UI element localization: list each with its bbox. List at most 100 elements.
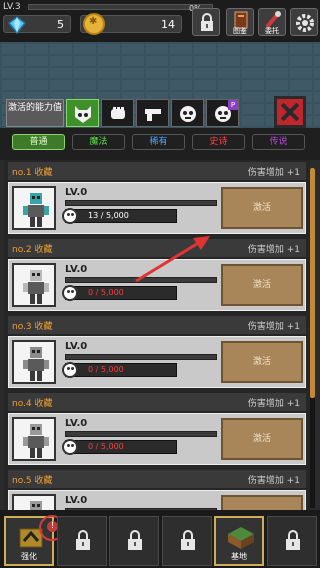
tab-rare[interactable]: 稀有 — [132, 134, 185, 150]
ability-label: 激活的能力值 — [6, 99, 64, 127]
card-header: no.5 收藏 伤害增加 +1 — [8, 470, 306, 488]
card-level: LV.0 — [65, 495, 88, 506]
codex-button[interactable]: 图鉴 — [226, 8, 254, 36]
nav-slot-6[interactable] — [266, 516, 317, 566]
zombie-portrait-icon — [23, 193, 49, 227]
nav-slot-2[interactable] — [56, 516, 107, 566]
nav-slot-3[interactable] — [109, 516, 159, 566]
scroll-thumb[interactable] — [310, 168, 315, 398]
soul-progress-bar: 0 / 5,000 — [62, 362, 177, 378]
monster-portrait — [12, 340, 56, 384]
card-level: LV.0 — [65, 187, 88, 198]
collection-card: no.5 收藏 伤害增加 +1 LV.0 — [8, 470, 306, 510]
nav-base[interactable]: 基地 — [214, 516, 264, 566]
monster-portrait — [12, 417, 56, 461]
soul-progress-bar: 0 / 5,000 — [62, 439, 177, 455]
skull-cat-icon — [75, 106, 91, 123]
settings-button[interactable] — [290, 8, 318, 36]
collection-header: 激活的能力值 P — [0, 42, 320, 128]
lock-icon — [285, 530, 300, 550]
level-progress-bar — [65, 277, 217, 283]
gear-icon — [296, 14, 314, 32]
ability-tab-3[interactable] — [136, 99, 169, 127]
commission-button[interactable]: 委托 — [258, 8, 286, 36]
collection-card: no.2 收藏 伤害增加 +1 LV.0 0 / 5,000 激活 — [8, 239, 306, 314]
codex-label: 图鉴 — [233, 27, 247, 35]
monster-portrait — [12, 494, 56, 510]
card-number: no.3 收藏 — [12, 322, 53, 332]
coin-count: 14 — [161, 18, 175, 31]
level-progress-bar — [65, 354, 217, 360]
tab-epic[interactable]: 史诗 — [192, 134, 245, 150]
card-number: no.1 收藏 — [12, 168, 53, 178]
card-level: LV.0 — [65, 341, 88, 352]
zombie-portrait-icon — [30, 501, 42, 510]
player-level: LV.3 — [3, 2, 21, 12]
commission-label: 委托 — [265, 27, 279, 35]
card-bonus: 伤害增加 +1 — [247, 168, 300, 178]
tab-magic[interactable]: 魔法 — [72, 134, 125, 150]
activate-button[interactable]: 激活 — [221, 341, 303, 383]
card-number: no.4 收藏 — [12, 399, 53, 409]
nav-label: 基地 — [231, 552, 247, 561]
soul-icon — [62, 439, 78, 455]
card-header: no.3 收藏 伤害增加 +1 — [8, 316, 306, 334]
activate-button[interactable]: 激活 — [221, 264, 303, 306]
level-progress-bar — [65, 200, 217, 206]
collection-card: no.1 收藏 伤害增加 +1 LV.0 13 / 5,000 激活 — [8, 162, 306, 237]
ability-tab-2[interactable] — [101, 99, 134, 127]
card-bonus: 伤害增加 +1 — [247, 399, 300, 409]
base-icon — [228, 527, 254, 549]
card-body: LV.0 — [8, 490, 306, 510]
ability-tab-5[interactable]: P — [206, 99, 239, 127]
top-bar: LV.3 0% 5 14 图鉴 委托 — [0, 0, 320, 42]
card-number: no.5 收藏 — [12, 476, 53, 486]
gun-icon — [145, 109, 161, 121]
gem-icon — [7, 16, 27, 35]
card-number: no.2 收藏 — [12, 245, 53, 255]
soul-progress-bar: 13 / 5,000 — [62, 208, 177, 224]
zombie-portrait-icon — [23, 424, 49, 458]
tab-common[interactable]: 普通 — [12, 134, 65, 150]
soul-icon — [62, 362, 78, 378]
lock-icon — [201, 13, 213, 31]
premium-badge: P — [228, 100, 238, 110]
soul-count: 0 / 5,000 — [88, 442, 124, 451]
collection-list[interactable]: no.1 收藏 伤害增加 +1 LV.0 13 / 5,000 激活 no.2 … — [4, 160, 310, 510]
lock-icon — [180, 530, 195, 550]
radiation-skull-icon — [180, 106, 196, 122]
card-header: no.4 收藏 伤害增加 +1 — [8, 393, 306, 411]
soul-count: 13 / 5,000 — [88, 211, 129, 220]
activate-button[interactable]: 激活 — [221, 418, 303, 460]
nav-slot-4[interactable] — [161, 516, 212, 566]
card-body: LV.0 0 / 5,000 激活 — [8, 413, 306, 465]
card-body: LV.0 0 / 5,000 激活 — [8, 259, 306, 311]
bottom-nav: 强化 基地 — [0, 510, 320, 568]
collection-card: no.4 收藏 伤害增加 +1 LV.0 0 / 5,000 激活 — [8, 393, 306, 468]
lock-button[interactable] — [192, 8, 220, 36]
card-level: LV.0 — [65, 418, 88, 429]
collection-card: no.3 收藏 伤害增加 +1 LV.0 0 / 5,000 激活 — [8, 316, 306, 391]
nav-upgrade[interactable]: 强化 — [4, 515, 65, 566]
card-level: LV.0 — [65, 264, 88, 275]
card-bonus: 伤害增加 +1 — [247, 476, 300, 486]
soul-count: 0 / 5,000 — [88, 288, 124, 297]
gem-count: 5 — [57, 18, 64, 31]
soul-icon — [62, 285, 78, 301]
activate-button[interactable]: 激活 — [221, 187, 303, 229]
coin-counter: 14 — [80, 13, 182, 35]
activate-button[interactable] — [221, 495, 303, 510]
ability-tab-1[interactable] — [66, 99, 99, 127]
zombie-portrait-icon — [23, 270, 49, 304]
fist-icon — [111, 107, 125, 119]
card-body: LV.0 13 / 5,000 激活 — [8, 182, 306, 234]
monster-portrait — [12, 263, 56, 307]
ability-tab-4[interactable] — [171, 99, 204, 127]
list-scrollbar[interactable] — [310, 168, 315, 508]
tab-legendary[interactable]: 传说 — [252, 134, 305, 150]
card-header: no.2 收藏 伤害增加 +1 — [8, 239, 306, 257]
card-bonus: 伤害增加 +1 — [247, 245, 300, 255]
soul-progress-bar: 0 / 5,000 — [62, 285, 177, 301]
card-bonus: 伤害增加 +1 — [247, 322, 300, 332]
close-button[interactable] — [274, 96, 306, 128]
